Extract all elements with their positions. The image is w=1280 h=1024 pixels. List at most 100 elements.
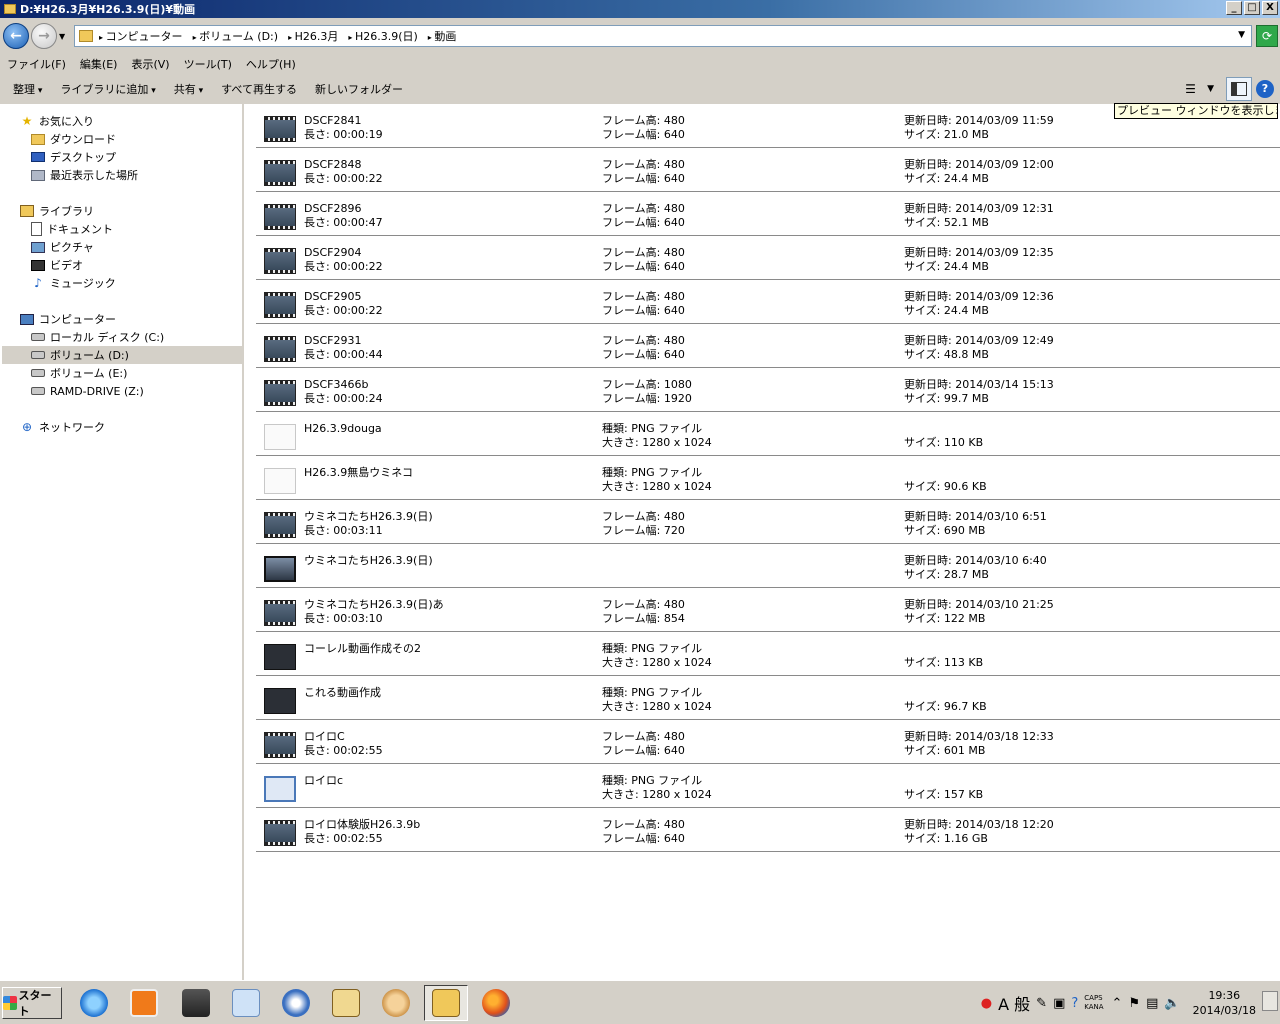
file-row[interactable]: DSCF2848 長さ: 00:00:22 フレーム高: 480 フレーム幅: 640… xyxy=(256,148,1280,192)
file-row[interactable]: ウミネコたちH26.3.9(日)あ 長さ: 00:03:10 フレーム高: 480 フ… xyxy=(256,588,1280,632)
file-row[interactable]: ロイロc 種類: PNG ファイル 大きさ: 1280 x 1024 サイズ: 157… xyxy=(256,764,1280,808)
nav-desktop[interactable]: デスクトップ xyxy=(31,148,116,166)
show-desktop-button[interactable] xyxy=(1262,991,1278,1011)
action-center-flag-icon[interactable]: ⚑ xyxy=(1128,996,1140,1011)
history-dropdown-icon[interactable]: ▼ xyxy=(59,32,65,41)
nav-drive-z[interactable]: RAMD-DRIVE (Z:) xyxy=(31,382,144,400)
taskbar-app-media[interactable] xyxy=(122,985,166,1021)
breadcrumb-computer[interactable]: コンピューター xyxy=(99,28,183,44)
taskbar-app-tool[interactable] xyxy=(174,985,218,1021)
file-thumbnail-icon xyxy=(264,776,296,802)
breadcrumb-douga[interactable]: 動画 xyxy=(428,28,456,44)
document-icon xyxy=(31,222,42,236)
nav-favorites[interactable]: ★ お気に入り xyxy=(20,112,94,130)
taskbar-app-explorer[interactable] xyxy=(424,985,468,1021)
nav-computer[interactable]: コンピューター xyxy=(20,310,116,328)
share-button[interactable]: 共有 xyxy=(174,81,203,97)
volume-icon[interactable]: 🔈 xyxy=(1164,996,1180,1011)
nav-pictures[interactable]: ピクチャ xyxy=(31,238,94,256)
file-row[interactable]: これる動画作成 種類: PNG ファイル 大きさ: 1280 x 1024 サイズ: … xyxy=(256,676,1280,720)
nav-drive-c[interactable]: ローカル ディスク (C:) xyxy=(31,328,164,346)
menu-file[interactable]: ファイル(F) xyxy=(7,56,66,72)
ime-mode-indicator[interactable]: A 般 xyxy=(998,991,1030,1015)
file-row[interactable]: DSCF2931 長さ: 00:00:44 フレーム高: 480 フレーム幅: 640… xyxy=(256,324,1280,368)
menu-help[interactable]: ヘルプ(H) xyxy=(246,56,296,72)
nav-documents[interactable]: ドキュメント xyxy=(31,220,113,238)
taskbar-app-firefox[interactable] xyxy=(474,985,518,1021)
taskbar-app-notepad[interactable] xyxy=(224,985,268,1021)
file-row[interactable]: DSCF2905 長さ: 00:00:22 フレーム高: 480 フレーム幅: 640… xyxy=(256,280,1280,324)
file-row[interactable]: ロイロ体験版H26.3.9b 長さ: 00:02:55 フレーム高: 480 フレーム… xyxy=(256,808,1280,852)
nav-network[interactable]: ⊕ ネットワーク xyxy=(20,418,105,436)
maximize-button[interactable]: □ xyxy=(1244,1,1260,15)
add-to-library-button[interactable]: ライブラリに追加 xyxy=(60,81,155,97)
breadcrumb-volume-d[interactable]: ボリューム (D:) xyxy=(193,28,278,44)
nav-label: 最近表示した場所 xyxy=(50,169,138,182)
organize-button[interactable]: 整理 xyxy=(13,81,42,97)
file-detail-2: 大きさ: 1280 x 1024 xyxy=(602,656,712,669)
nav-label: ピクチャ xyxy=(50,241,94,254)
file-row[interactable]: H26.3.9douga 種類: PNG ファイル 大きさ: 1280 x 1024… xyxy=(256,412,1280,456)
file-row[interactable]: コーレル動画作成その2 種類: PNG ファイル 大きさ: 1280 x 1024 サ… xyxy=(256,632,1280,676)
file-duration: 長さ: 00:00:22 xyxy=(304,260,383,273)
breadcrumb-h26-3-9[interactable]: H26.3.9(日) xyxy=(348,28,418,44)
ime-pad-icon[interactable]: ✎ xyxy=(1036,996,1047,1011)
address-bar[interactable]: コンピューター ボリューム (D:) H26.3月 H26.3.9(日) 動画 … xyxy=(74,25,1252,47)
file-thumbnail-icon xyxy=(264,732,296,758)
ime-dictionary-icon[interactable]: ▣ xyxy=(1053,996,1065,1011)
start-button[interactable]: スタート xyxy=(2,987,62,1019)
help-icon[interactable]: ? xyxy=(1256,80,1274,98)
nav-downloads[interactable]: ダウンロード xyxy=(31,130,116,148)
minimize-button[interactable]: _ xyxy=(1226,1,1242,15)
nav-libraries[interactable]: ライブラリ xyxy=(20,202,94,220)
show-hidden-icons-icon[interactable]: ⌃ xyxy=(1112,996,1123,1011)
file-detail-1: フレーム高: 480 xyxy=(602,114,685,127)
view-dropdown-icon[interactable]: ▼ xyxy=(1207,84,1214,94)
file-detail-1: フレーム高: 480 xyxy=(602,158,685,171)
file-name: ロイロ体験版H26.3.9b xyxy=(304,818,421,831)
ime-help-icon[interactable]: ? xyxy=(1071,996,1078,1011)
menu-tools[interactable]: ツール(T) xyxy=(184,56,232,72)
security-tray-icon[interactable]: ● xyxy=(981,996,992,1011)
new-folder-button[interactable]: 新しいフォルダー xyxy=(315,81,403,97)
clock[interactable]: 19:36 2014/03/18 xyxy=(1193,988,1256,1018)
file-duration: 長さ: 00:02:55 xyxy=(304,832,383,845)
refresh-button[interactable]: ⟳ xyxy=(1256,25,1278,47)
file-row[interactable]: ウミネコたちH26.3.9(日) 長さ: 00:03:11 フレーム高: 480 フレ… xyxy=(256,500,1280,544)
file-row[interactable]: DSCF2896 長さ: 00:00:47 フレーム高: 480 フレーム幅: 640… xyxy=(256,192,1280,236)
back-button[interactable]: ← xyxy=(3,23,29,49)
clock-time: 19:36 xyxy=(1208,989,1241,1002)
play-all-button[interactable]: すべて再生する xyxy=(221,81,297,97)
taskbar-app-network[interactable] xyxy=(274,985,318,1021)
nav-recent[interactable]: 最近表示した場所 xyxy=(31,166,138,184)
preview-pane-icon xyxy=(1231,82,1247,96)
file-modified: 更新日時: 2014/03/09 12:31 xyxy=(904,202,1054,215)
file-row[interactable]: ロイロC 長さ: 00:02:55 フレーム高: 480 フレーム幅: 640 更新日時… xyxy=(256,720,1280,764)
file-size: サイズ: 24.4 MB xyxy=(904,304,989,317)
address-dropdown-icon[interactable]: ▼ xyxy=(1238,30,1245,40)
file-thumbnail-icon xyxy=(264,512,296,538)
file-modified: 更新日時: 2014/03/09 12:35 xyxy=(904,246,1054,259)
preview-pane-button[interactable] xyxy=(1226,77,1252,101)
nav-drive-e[interactable]: ボリューム (E:) xyxy=(31,364,127,382)
file-row[interactable]: DSCF3466b 長さ: 00:00:24 フレーム高: 1080 フレーム幅: 1… xyxy=(256,368,1280,412)
close-button[interactable]: X xyxy=(1262,1,1278,15)
taskbar-app-paint[interactable] xyxy=(374,985,418,1021)
network-tray-icon[interactable]: ▤ xyxy=(1146,996,1158,1011)
breadcrumb-h26-3[interactable]: H26.3月 xyxy=(288,28,339,44)
menu-edit[interactable]: 編集(E) xyxy=(80,56,118,72)
nav-music[interactable]: ♪ ミュージック xyxy=(31,274,116,292)
nav-drive-d[interactable]: ボリューム (D:) xyxy=(2,346,244,364)
file-row[interactable]: H26.3.9無島ウミネコ 種類: PNG ファイル 大きさ: 1280 x 102… xyxy=(256,456,1280,500)
forward-button[interactable]: → xyxy=(31,23,57,49)
file-modified: 更新日時: 2014/03/10 6:51 xyxy=(904,510,1047,523)
taskbar-app-media2[interactable] xyxy=(324,985,368,1021)
file-detail-2: フレーム幅: 640 xyxy=(602,832,685,845)
file-row[interactable]: DSCF2904 長さ: 00:00:22 フレーム高: 480 フレーム幅: 640… xyxy=(256,236,1280,280)
taskbar-app-ie[interactable] xyxy=(72,985,116,1021)
file-row[interactable]: ウミネコたちH26.3.9(日) 更新日時: 2014/03/10 6:40 サイズ… xyxy=(256,544,1280,588)
nav-videos[interactable]: ビデオ xyxy=(31,256,83,274)
view-details-icon[interactable]: ☰ xyxy=(1185,82,1201,96)
menu-view[interactable]: 表示(V) xyxy=(131,56,169,72)
file-size: サイズ: 52.1 MB xyxy=(904,216,989,229)
